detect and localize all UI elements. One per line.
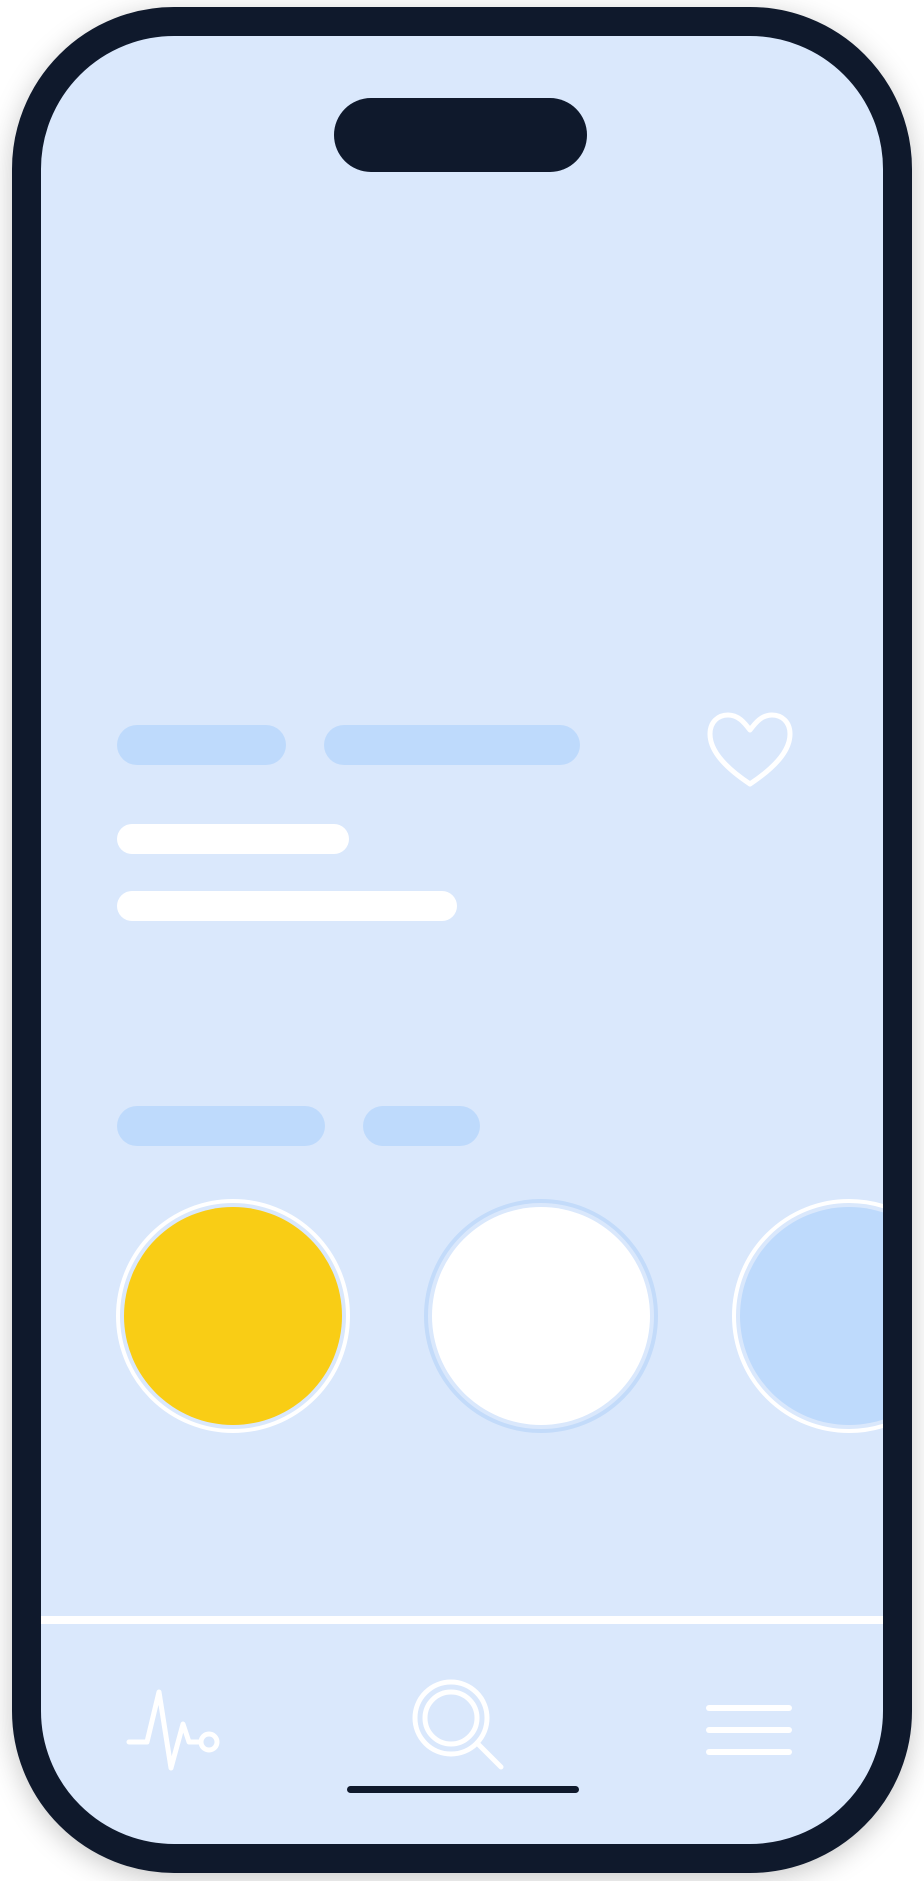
heart-icon[interactable] — [698, 700, 802, 800]
color-option-light-blue[interactable] — [732, 1199, 883, 1433]
phone-frame — [12, 7, 912, 1873]
category-placeholder-1 — [117, 1106, 325, 1146]
nav-divider — [41, 1616, 883, 1624]
text-placeholder-1 — [117, 824, 349, 854]
header-placeholder-2 — [324, 725, 580, 765]
menu-icon[interactable] — [703, 1699, 795, 1759]
header-placeholder-1 — [117, 725, 286, 765]
home-indicator[interactable] — [347, 1786, 579, 1793]
category-placeholder-2 — [363, 1106, 480, 1146]
color-option-white[interactable] — [424, 1199, 658, 1433]
search-icon[interactable] — [411, 1679, 521, 1779]
activity-icon[interactable] — [123, 1676, 233, 1776]
text-placeholder-2 — [117, 891, 457, 921]
dynamic-island — [334, 98, 587, 172]
color-option-yellow[interactable] — [116, 1199, 350, 1433]
